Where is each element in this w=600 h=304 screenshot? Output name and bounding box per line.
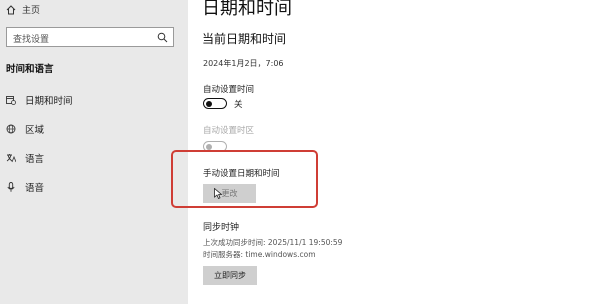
language-icon bbox=[6, 154, 16, 163]
manual-set-label: 手动设置日期和时间 bbox=[203, 169, 280, 179]
section-title: 时间和语言 bbox=[6, 64, 54, 75]
search-input[interactable]: 查找设置 bbox=[6, 27, 174, 47]
home-icon bbox=[6, 4, 16, 14]
sidebar-item-label: 语言 bbox=[25, 154, 45, 165]
microphone-icon bbox=[7, 182, 15, 192]
sync-now-button[interactable]: 立即同步 bbox=[203, 266, 257, 285]
home-link[interactable]: 主页 bbox=[6, 3, 40, 16]
toggle-knob bbox=[206, 143, 212, 150]
auto-timezone-label: 自动设置时区 bbox=[203, 126, 255, 136]
main-panel: 日期和时间 当前日期和时间 2024年1月2日，7:06 自动设置时间 关 自动… bbox=[171, 0, 600, 304]
sync-heading: 同步时钟 bbox=[203, 223, 240, 233]
globe-icon bbox=[6, 124, 16, 134]
sidebar-item-label: 日期和时间 bbox=[25, 96, 73, 107]
toggle-knob bbox=[206, 100, 212, 107]
current-date-time-value: 2024年1月2日，7:06 bbox=[203, 59, 284, 68]
search-placeholder: 查找设置 bbox=[13, 35, 50, 45]
calendar-clock-icon bbox=[6, 96, 16, 105]
search-icon bbox=[157, 32, 168, 43]
current-date-time-heading: 当前日期和时间 bbox=[202, 32, 287, 46]
change-button[interactable]: 更改 bbox=[203, 184, 256, 203]
sidebar-item-language[interactable]: 语言 bbox=[6, 151, 44, 165]
auto-time-label: 自动设置时间 bbox=[203, 85, 255, 95]
cursor-icon bbox=[214, 188, 223, 199]
last-sync-info: 上次成功同步时间: 2025/11/1 19:50:59 bbox=[203, 238, 343, 247]
home-label: 主页 bbox=[22, 6, 41, 16]
sidebar-item-label: 区域 bbox=[25, 125, 45, 136]
page-title: 日期和时间 bbox=[202, 0, 292, 19]
time-server-info: 时间服务器: time.windows.com bbox=[203, 250, 316, 259]
sidebar-item-region[interactable]: 区域 bbox=[6, 122, 44, 136]
sidebar-item-speech[interactable]: 语音 bbox=[6, 180, 44, 194]
sidebar: 主页 查找设置 时间和语言 日期和时间 区域 语言 语音 bbox=[0, 0, 188, 304]
sidebar-item-label: 语音 bbox=[25, 183, 45, 194]
auto-time-toggle[interactable] bbox=[203, 98, 227, 109]
auto-time-state: 关 bbox=[234, 100, 243, 110]
sidebar-item-date-time[interactable]: 日期和时间 bbox=[6, 93, 73, 107]
